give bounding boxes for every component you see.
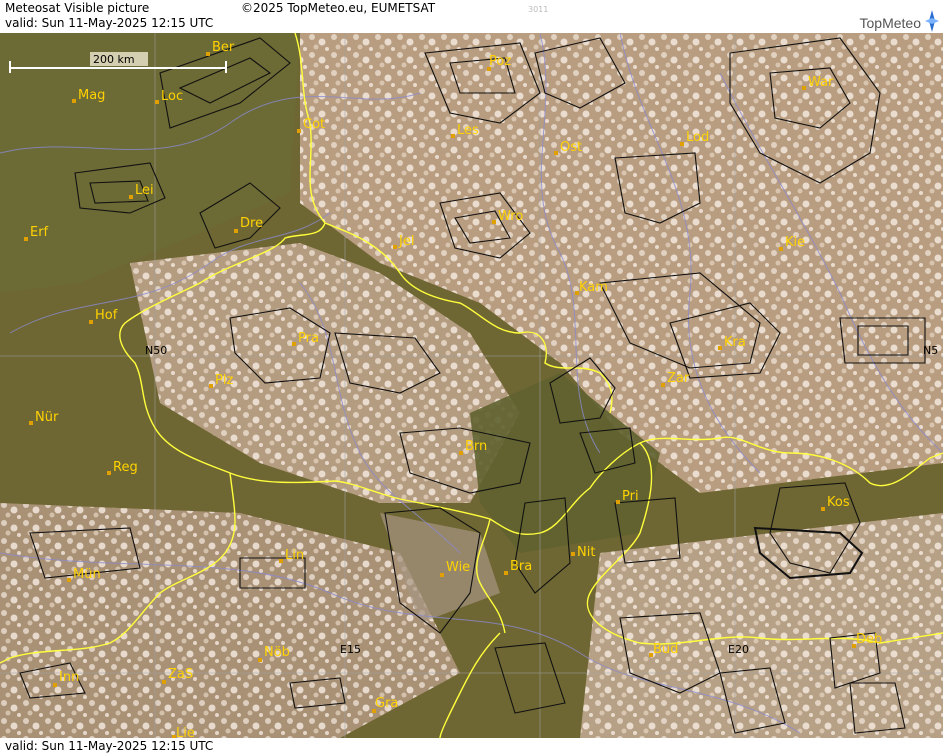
- city-label-pra: Pra: [298, 331, 319, 346]
- city-dot: [67, 578, 71, 582]
- city-label-dre: Dre: [240, 216, 263, 231]
- city-dot: [802, 86, 806, 90]
- grid-label-e15: E15: [340, 643, 361, 656]
- city-label-bud: Bud: [653, 642, 678, 657]
- city-label-jel: Jel: [398, 234, 414, 249]
- city-label-nit: Nit: [577, 545, 595, 560]
- city-label-nob: Nöb: [264, 645, 290, 660]
- city-dot: [718, 346, 722, 350]
- city-dot: [680, 142, 684, 146]
- city-label-zas: ZaS: [168, 667, 193, 682]
- city-label-mun: Mün: [73, 567, 101, 582]
- city-dot: [297, 129, 301, 133]
- city-dot: [554, 151, 558, 155]
- city-dot: [571, 552, 575, 556]
- city-label-gra: Gra: [375, 696, 398, 711]
- image-code: 3011: [528, 5, 549, 14]
- city-dot: [53, 683, 57, 687]
- city-dot: [89, 320, 93, 324]
- scale-label: 200 km: [93, 53, 135, 66]
- city-dot: [459, 451, 463, 455]
- city-dot: [155, 100, 159, 104]
- city-dot: [440, 573, 444, 577]
- city-label-ber: Ber: [212, 40, 235, 55]
- city-dot: [258, 658, 262, 662]
- city-dot: [393, 245, 397, 249]
- city-dot: [162, 680, 166, 684]
- city-dot: [234, 229, 238, 233]
- city-label-plz: Plz: [215, 373, 233, 388]
- city-dot: [206, 52, 210, 56]
- city-label-inn: Inn: [59, 670, 79, 685]
- city-label-bra: Bra: [510, 559, 532, 574]
- city-dot: [451, 134, 455, 138]
- city-dot: [504, 571, 508, 575]
- city-dot: [72, 99, 76, 103]
- valid-time: valid: Sun 11-May-2025 12:15 UTC: [5, 16, 214, 30]
- city-label-kra: Kra: [724, 335, 746, 350]
- footer-bar: valid: Sun 11-May-2025 12:15 UTC: [0, 738, 943, 754]
- city-label-erf: Erf: [30, 225, 49, 240]
- city-dot: [29, 421, 33, 425]
- grid-label-e20: E20: [728, 643, 749, 656]
- grid-label-n50-right: N5: [923, 344, 938, 357]
- city-label-loc: Loc: [161, 89, 183, 104]
- city-label-kam: Kam: [579, 280, 608, 295]
- city-dot: [821, 507, 825, 511]
- copyright: ©2025 TopMeteo.eu, EUMETSAT: [241, 1, 436, 15]
- city-label-war: War: [808, 75, 834, 90]
- city-label-reg: Reg: [113, 460, 138, 475]
- city-label-ost: Ost: [560, 140, 582, 155]
- city-label-zar: Zar: [667, 371, 690, 386]
- city-label-brn: Brn: [465, 439, 487, 454]
- map-title: Meteosat Visible picture: [5, 1, 150, 15]
- city-label-wie: Wie: [446, 560, 470, 575]
- grid-label-n50: N50: [145, 344, 167, 357]
- city-label-pri: Pri: [622, 489, 639, 504]
- city-label-deb: Deb: [856, 632, 882, 647]
- city-label-lod: Lod: [686, 130, 709, 145]
- header-bar: Meteosat Visible picture valid: Sun 11-M…: [0, 0, 943, 33]
- city-dot: [209, 384, 213, 388]
- city-dot: [279, 559, 283, 563]
- city-dot: [492, 220, 496, 224]
- city-dot: [779, 247, 783, 251]
- logo-text: TopMeteo: [859, 15, 921, 31]
- city-label-mag: Mag: [78, 88, 105, 103]
- city-label-lei: Lei: [135, 183, 154, 198]
- map-canvas: 200 km N50 N5 E15 E20 Ber Poz War Mag Lo…: [0, 33, 943, 738]
- city-dot: [107, 471, 111, 475]
- city-label-nur: Nür: [35, 410, 59, 425]
- city-label-wro: Wro: [498, 209, 523, 224]
- city-label-hof: Hof: [95, 308, 118, 323]
- city-label-les: Les: [457, 123, 479, 138]
- city-label-lie: Lie: [176, 726, 195, 738]
- city-dot: [129, 195, 133, 199]
- city-label-kie: Kie: [785, 235, 805, 250]
- satellite-map[interactable]: 200 km N50 N5 E15 E20 Ber Poz War Mag Lo…: [0, 33, 943, 738]
- city-label-poz: Poz: [489, 54, 511, 69]
- city-dot: [661, 383, 665, 387]
- city-dot: [616, 500, 620, 504]
- footer-valid-time: valid: Sun 11-May-2025 12:15 UTC: [5, 739, 214, 753]
- city-dot: [292, 342, 296, 346]
- city-label-cot: Cot: [303, 117, 325, 132]
- city-label-lin: Lin: [285, 548, 304, 563]
- city-label-kos: Kos: [827, 495, 850, 510]
- city-dot: [24, 237, 28, 241]
